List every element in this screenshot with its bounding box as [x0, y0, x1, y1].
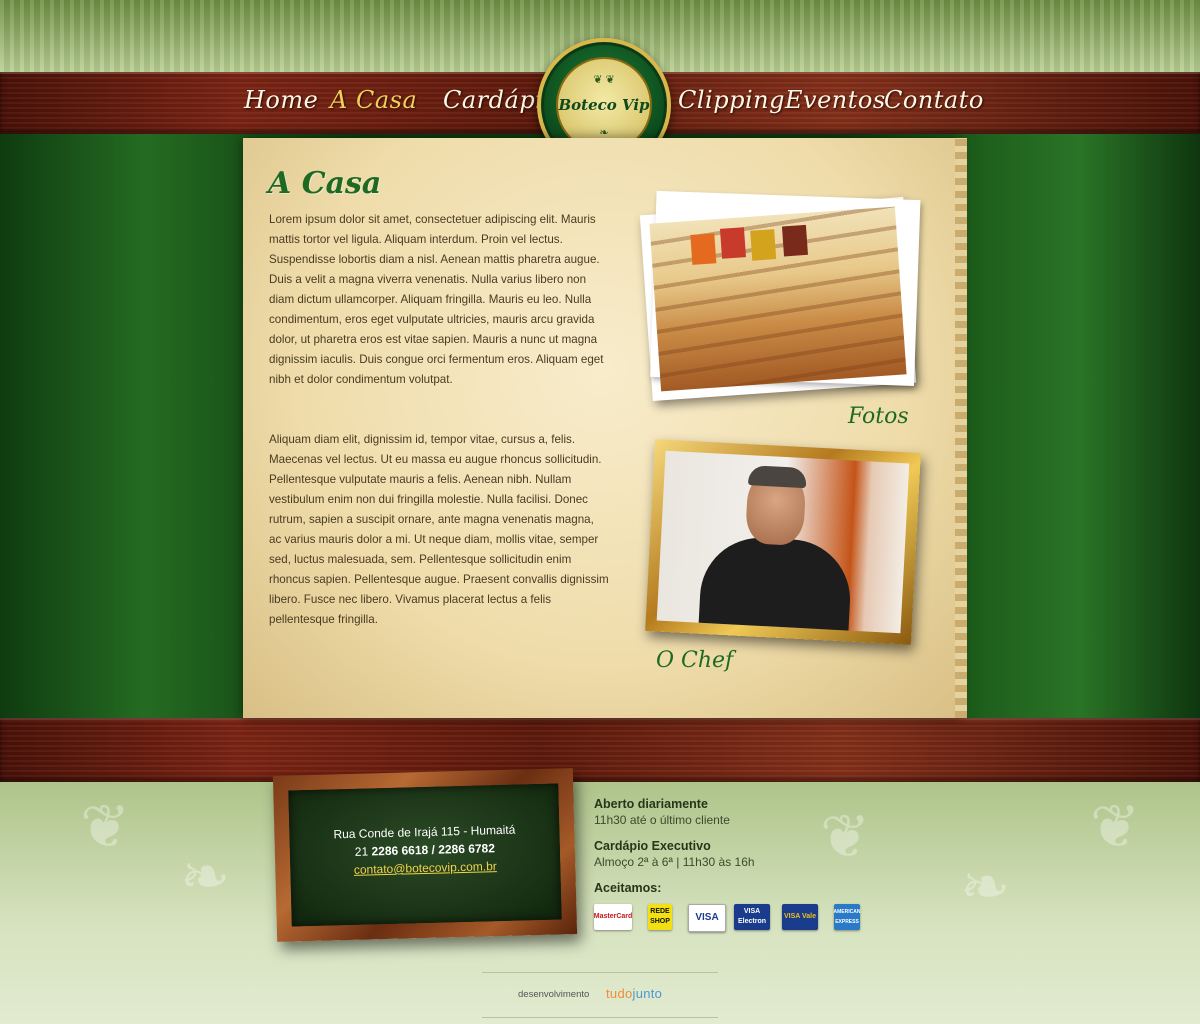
contact-chalkboard: Rua Conde de Irajá 115 - Humaitá 21 2286…	[288, 783, 562, 927]
vine-ornament-icon: ❧	[180, 843, 231, 910]
menu-heading: Cardápio Executivo	[594, 839, 711, 853]
visa-icon: VISA	[688, 904, 726, 932]
footer-wood-bar	[0, 718, 1200, 782]
wall-art	[781, 224, 808, 257]
visa-electron-icon: VISA Electron	[734, 904, 770, 930]
chef-hair	[747, 465, 807, 489]
body-paragraph-2: Aliquam diam elit, dignissim id, tempor …	[269, 433, 609, 626]
wall-art	[690, 233, 717, 265]
brand-part-1: tudo	[606, 986, 633, 1001]
logo-ornament-top-icon: ❦ ❦	[593, 74, 615, 86]
wall-art	[750, 229, 777, 261]
credits-label: desenvolvimento	[518, 989, 590, 1000]
email-link[interactable]: contato@botecovip.com.br	[354, 859, 497, 877]
body-paragraph-1: Lorem ipsum dolor sit amet, consectetuer…	[269, 213, 604, 386]
menu-text: Almoço 2ª à 6ª | 11h30 às 16h	[594, 855, 755, 869]
restaurant-interior-image	[649, 206, 907, 392]
developer-credits: desenvolvimento tudojunto	[482, 972, 718, 1018]
page-title: A Casa	[268, 166, 382, 201]
chef-photo[interactable]	[645, 439, 921, 645]
redeshop-icon: REDE SHOP	[648, 904, 672, 930]
vine-ornament-icon: ❦	[820, 803, 871, 870]
visa-vale-icon: VISA Vale	[782, 904, 818, 930]
photos-caption[interactable]: Fotos	[848, 404, 909, 429]
logo-text: Boteco Vip	[558, 96, 650, 114]
cards-heading: Aceitamos:	[594, 881, 662, 895]
phone-numbers: 2286 6618 / 2286 6782	[371, 841, 496, 859]
vine-ornament-icon: ❦	[1090, 793, 1141, 860]
cards-block: Aceitamos:	[594, 881, 661, 895]
chef-figure	[697, 534, 854, 634]
developer-logo-link[interactable]: tudojunto	[606, 986, 662, 1001]
mastercard-icon: MasterCard	[594, 904, 632, 930]
nav-contato[interactable]: Contato	[884, 86, 984, 114]
chef-image	[656, 450, 910, 634]
torn-edge	[955, 138, 967, 718]
vine-ornament-icon: ❧	[960, 853, 1011, 920]
chef-caption[interactable]: O Chef	[656, 648, 733, 673]
wall-art	[719, 227, 747, 259]
brand-part-2: junto	[632, 986, 663, 1001]
amex-icon: AMERICAN EXPRESS	[834, 904, 860, 930]
hours-heading: Aberto diariamente	[594, 797, 708, 811]
hours-block: Aberto diariamente 11h30 até o último cl…	[594, 797, 730, 827]
vine-ornament-icon: ❦	[80, 793, 131, 860]
contact-board: Rua Conde de Irajá 115 - Humaitá 21 2286…	[272, 768, 578, 942]
hours-text: 11h30 até o último cliente	[594, 813, 730, 827]
restaurant-photo[interactable]	[639, 190, 921, 401]
phone-prefix: 21	[354, 844, 369, 859]
nav-eventos[interactable]: Eventos	[785, 86, 886, 114]
menu-block: Cardápio Executivo Almoço 2ª à 6ª | 11h3…	[594, 839, 755, 869]
nav-home[interactable]: Home	[244, 86, 318, 114]
nav-a-casa[interactable]: A Casa	[330, 86, 417, 114]
nav-clipping[interactable]: Clipping	[678, 86, 785, 114]
